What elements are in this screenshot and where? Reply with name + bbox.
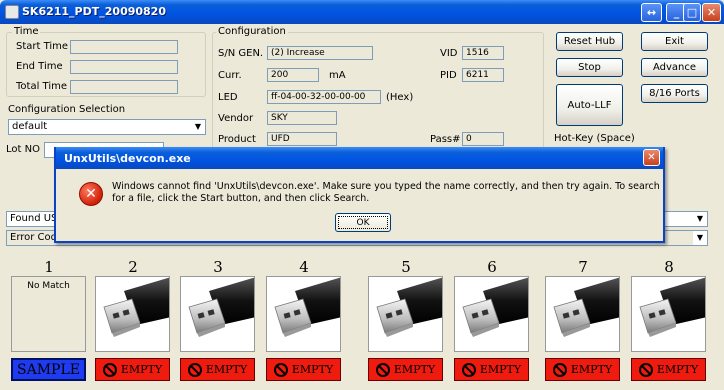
chevron-down-icon[interactable]: ▼ <box>191 120 205 134</box>
sample-status[interactable]: SAMPLE <box>11 358 86 381</box>
start-time-label: Start Time <box>16 41 69 52</box>
status-text: EMPTY <box>393 363 436 376</box>
usb-drive-icon <box>454 276 529 352</box>
advance-button[interactable]: Advance <box>641 58 708 77</box>
reset-hub-button[interactable]: Reset Hub <box>556 32 623 51</box>
pass-field: 0 <box>462 132 504 146</box>
chevron-down-icon[interactable]: ▼ <box>693 212 707 226</box>
total-time-label: Total Time <box>16 81 68 92</box>
empty-status[interactable]: EMPTY <box>95 358 170 381</box>
led-unit: (Hex) <box>386 92 414 103</box>
usb-drive-icon <box>631 276 706 352</box>
empty-status[interactable]: EMPTY <box>180 358 255 381</box>
port-status-box: No Match <box>11 276 86 352</box>
chevron-down-icon[interactable]: ▼ <box>693 231 707 245</box>
close-icon[interactable]: ✕ <box>702 3 721 22</box>
sn-gen-field: (2) Increase <box>267 46 373 60</box>
empty-status[interactable]: EMPTY <box>545 358 620 381</box>
usb-drive-icon <box>180 276 255 352</box>
restore-icon[interactable]: ↔ <box>641 3 662 22</box>
curr-label: Curr. <box>218 70 242 81</box>
usb-drive-icon <box>266 276 341 352</box>
status-text: EMPTY <box>656 363 699 376</box>
port-number: 7 <box>578 258 588 276</box>
hotkey-label: Hot-Key (Space) <box>554 133 635 144</box>
config-selection-label: Configuration Selection <box>8 104 126 115</box>
auto-llf-button[interactable]: Auto-LLF <box>556 84 623 126</box>
status-text: EMPTY <box>570 363 613 376</box>
vendor-field: SKY <box>267 111 337 125</box>
ok-button[interactable]: OK <box>335 213 391 232</box>
dialog-title-bar: UnxUtils\devcon.exe ✕ <box>56 147 663 169</box>
port-number: 2 <box>128 258 138 276</box>
led-label: LED <box>218 92 238 103</box>
pid-label: PID <box>440 70 457 81</box>
no-entry-icon <box>375 362 390 377</box>
port-number: 6 <box>487 258 497 276</box>
no-entry-icon <box>102 362 117 377</box>
config-selection-dropdown[interactable]: default ▼ <box>8 119 206 135</box>
start-time-field[interactable] <box>70 40 178 54</box>
pid-field: 6211 <box>462 68 504 82</box>
vid-label: VID <box>440 48 458 59</box>
title-bar: SK6211_PDT_20090820 ↔ _ □ ✕ <box>0 0 724 24</box>
config-selection-value: default <box>12 121 48 132</box>
exit-button[interactable]: Exit <box>641 32 708 51</box>
product-field: UFD <box>267 132 337 146</box>
error-dialog: UnxUtils\devcon.exe ✕ ✕ Windows cannot f… <box>54 147 665 243</box>
usb-drive-icon <box>368 276 443 352</box>
port-number: 1 <box>44 258 54 276</box>
ports-toggle-button[interactable]: 8/16 Ports <box>641 84 708 103</box>
total-time-field[interactable] <box>70 80 178 94</box>
vendor-label: Vendor <box>218 113 254 124</box>
no-entry-icon <box>273 362 288 377</box>
window-title: SK6211_PDT_20090820 <box>22 5 166 18</box>
end-time-label: End Time <box>16 61 63 72</box>
error-icon: ✕ <box>79 182 103 206</box>
status-text: EMPTY <box>120 363 163 376</box>
no-match-text: No Match <box>27 281 70 291</box>
maximize-icon[interactable]: □ <box>683 3 701 22</box>
led-field: ff-04-00-32-00-00-00 <box>267 90 381 104</box>
status-text: SAMPLE <box>17 361 80 378</box>
close-icon[interactable]: ✕ <box>643 149 660 166</box>
empty-status[interactable]: EMPTY <box>631 358 706 381</box>
no-entry-icon <box>552 362 567 377</box>
no-entry-icon <box>461 362 476 377</box>
configuration-group-label: Configuration <box>216 26 288 37</box>
dialog-message: Windows cannot find 'UnxUtils\devcon.exe… <box>112 181 660 204</box>
no-entry-icon <box>187 362 202 377</box>
usb-drive-icon <box>545 276 620 352</box>
time-group-label: Time <box>12 26 41 37</box>
status-text: EMPTY <box>291 363 334 376</box>
empty-status[interactable]: EMPTY <box>368 358 443 381</box>
sn-gen-label: S/N GEN. <box>218 48 264 59</box>
dialog-title: UnxUtils\devcon.exe <box>64 152 191 165</box>
status-text: EMPTY <box>479 363 522 376</box>
app-icon <box>5 5 19 19</box>
pass-label: Pass# <box>430 134 461 145</box>
port-number: 3 <box>213 258 223 276</box>
stop-button[interactable]: Stop <box>556 58 623 77</box>
no-entry-icon <box>638 362 653 377</box>
port-number: 5 <box>401 258 411 276</box>
end-time-field[interactable] <box>70 60 178 74</box>
empty-status[interactable]: EMPTY <box>266 358 341 381</box>
port-number: 4 <box>299 258 309 276</box>
lot-no-label: Lot NO <box>6 144 40 155</box>
curr-field: 200 <box>267 68 319 82</box>
empty-status[interactable]: EMPTY <box>454 358 529 381</box>
curr-unit: mA <box>329 70 346 81</box>
usb-drive-icon <box>95 276 170 352</box>
vid-field: 1516 <box>462 46 504 60</box>
status-text: EMPTY <box>205 363 248 376</box>
port-number: 8 <box>664 258 674 276</box>
product-label: Product <box>218 134 256 145</box>
